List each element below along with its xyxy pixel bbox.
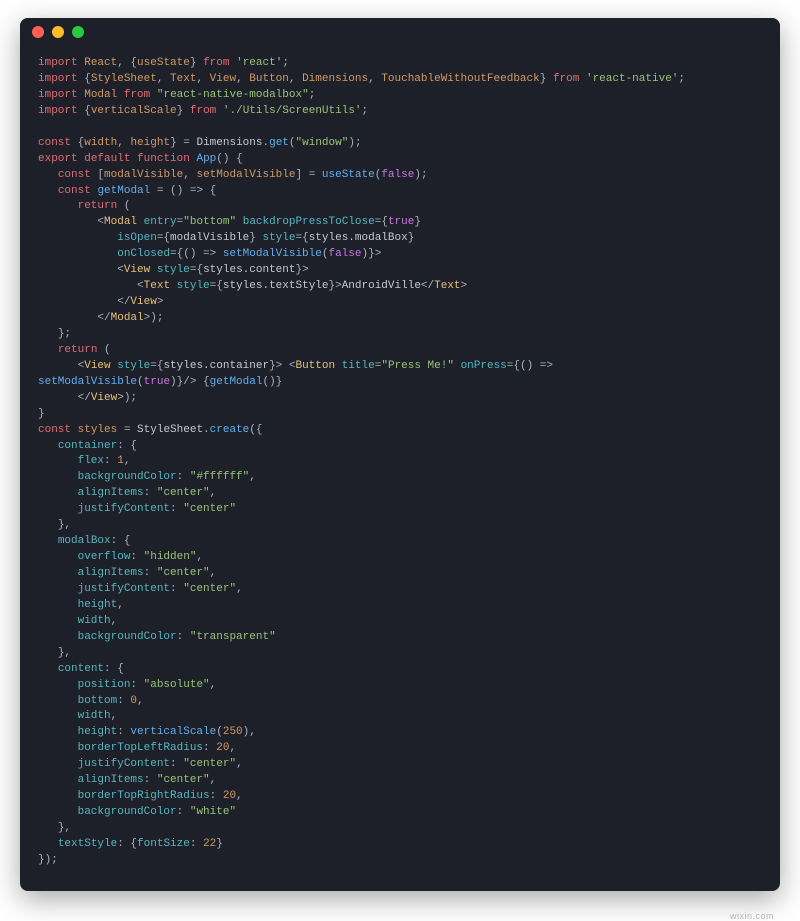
content-position: absolute xyxy=(150,679,203,691)
modalbox-height: height xyxy=(78,599,118,611)
module-react-native: react-native xyxy=(593,73,672,85)
module-modalbox: react-native-modalbox xyxy=(163,89,302,101)
container-align: center xyxy=(163,487,203,499)
import-usestate: useState xyxy=(137,57,190,69)
modalbox-align: center xyxy=(163,567,203,579)
modal-backdrop: true xyxy=(388,216,414,228)
modalbox-bg: transparent xyxy=(196,631,269,643)
minimize-icon[interactable] xyxy=(52,26,64,38)
modal-text-style: styles.textStyle xyxy=(223,280,329,292)
close-icon[interactable] xyxy=(32,26,44,38)
modalbox-overflow: hidden xyxy=(150,551,190,563)
textstyle-fontsize: 22 xyxy=(203,838,216,850)
modal-text-content: AndroidVille xyxy=(342,280,421,292)
import-view: View xyxy=(210,73,236,85)
module-react: react xyxy=(243,57,276,69)
state-setter: setModalVisible xyxy=(196,169,295,181)
state-initial: false xyxy=(381,169,414,181)
import-text: Text xyxy=(170,73,196,85)
content-justify: center xyxy=(190,758,230,770)
modalbox-justify: center xyxy=(190,583,230,595)
import-button: Button xyxy=(249,73,289,85)
getmodal-name: getModal xyxy=(97,185,150,197)
destructure-height: height xyxy=(130,137,170,149)
import-twf: TouchableWithoutFeedback xyxy=(381,73,539,85)
button-title: Press Me! xyxy=(388,360,447,372)
content-height-arg: 250 xyxy=(223,726,243,738)
import-dimensions: Dimensions xyxy=(302,73,368,85)
destructure-width: width xyxy=(84,137,117,149)
modal-onclosed-arg: false xyxy=(328,248,361,260)
styles-const: styles xyxy=(78,424,118,436)
content-width: width xyxy=(78,710,111,722)
import-react: React xyxy=(84,57,117,69)
zoom-icon[interactable] xyxy=(72,26,84,38)
watermark: wixin.com xyxy=(0,911,800,921)
state-var: modalVisible xyxy=(104,169,183,181)
content-btrr: 20 xyxy=(223,790,236,802)
module-screenutils: ./Utils/ScreenUtils xyxy=(230,105,355,117)
modal-entry: bottom xyxy=(190,216,230,228)
getmodal-call: getModal xyxy=(210,376,263,388)
modal-isopen: modalVisible xyxy=(170,232,249,244)
titlebar xyxy=(20,18,780,46)
content-bg: white xyxy=(196,806,229,818)
modal-view-style: styles.content xyxy=(203,264,295,276)
container-bg: #ffffff xyxy=(196,471,242,483)
main-container-style: styles.container xyxy=(163,360,269,372)
content-btlr: 20 xyxy=(216,742,229,754)
container-flex: 1 xyxy=(117,455,124,467)
modalbox-width: width xyxy=(78,615,111,627)
code-block: import React, {useState} from 'react'; i… xyxy=(20,46,780,891)
container-justify: center xyxy=(190,503,230,515)
import-verticalscale: verticalScale xyxy=(91,105,177,117)
import-stylesheet: StyleSheet xyxy=(91,73,157,85)
content-align: center xyxy=(163,774,203,786)
dims-arg: window xyxy=(302,137,342,149)
import-modal: Modal xyxy=(84,89,117,101)
component-name: App xyxy=(196,153,216,165)
code-window: import React, {useState} from 'react'; i… xyxy=(20,18,780,891)
onpress-arg: true xyxy=(144,376,170,388)
modal-style: styles.modalBox xyxy=(309,232,408,244)
